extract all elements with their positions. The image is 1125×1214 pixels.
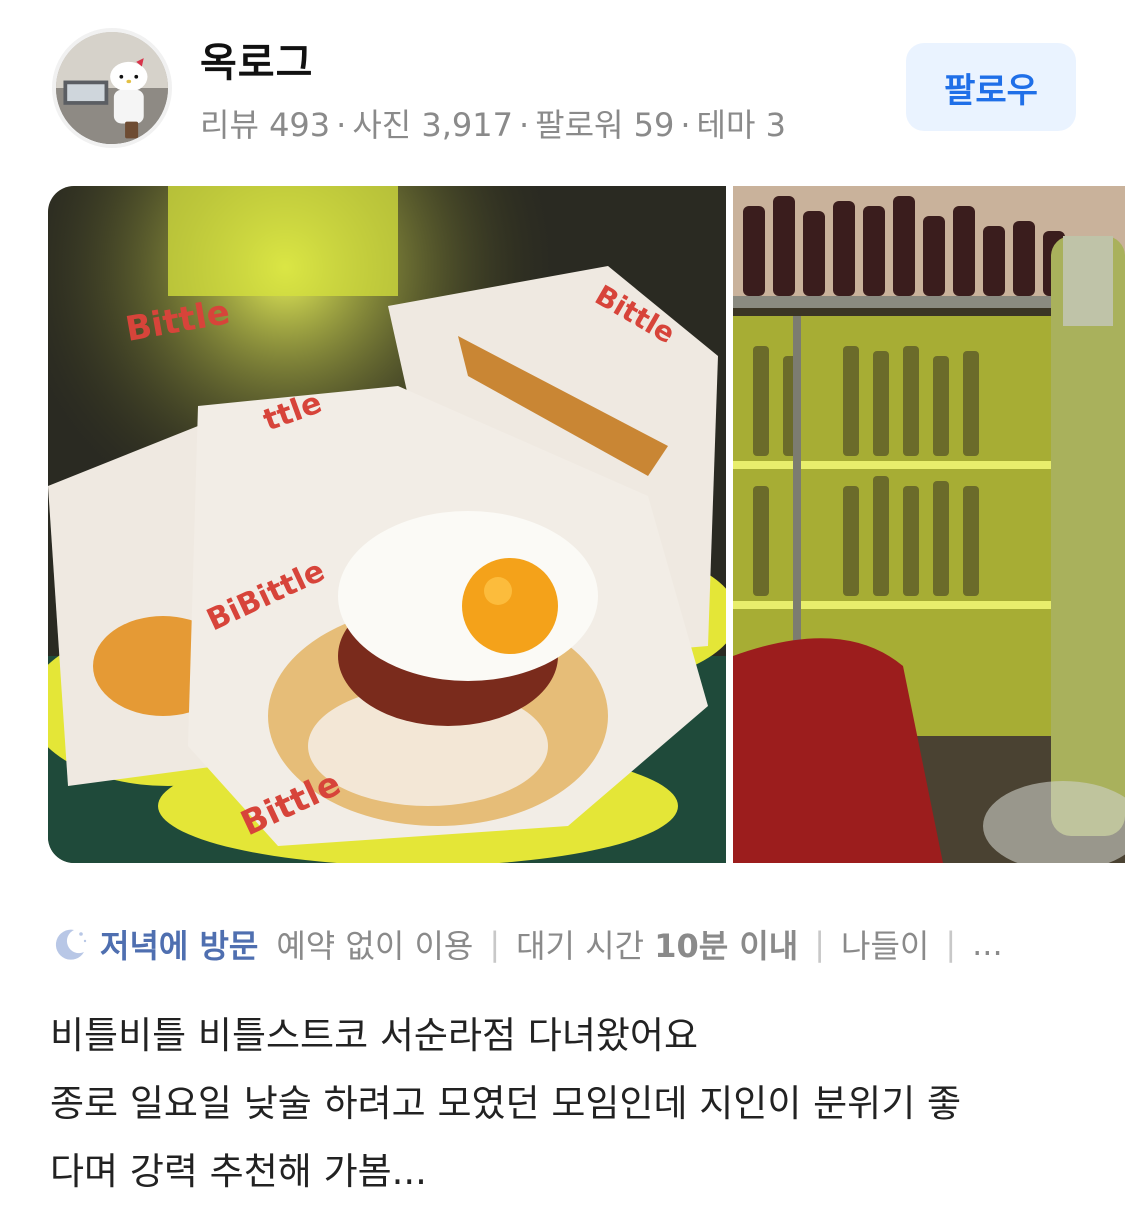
wine-bar-photo[interactable] [733, 186, 1125, 863]
review-line: 다며 강력 추천해 가봄... [50, 1150, 427, 1193]
stat-themes: 테마 3 [696, 106, 786, 144]
wait-time-tag: 대기 시간 10분 이내 [516, 927, 799, 965]
visit-tags: 저녁에 방문 예약 없이 이용 | 대기 시간 10분 이내 | 나들이 | .… [50, 920, 1003, 968]
stat-followers: 팔로워 59 [535, 106, 675, 144]
photo-carousel[interactable]: Bittle ttle BiBittle Bittle Bittle [48, 186, 1125, 863]
more-tags[interactable]: ... [972, 925, 1003, 963]
food-basket-photo[interactable]: Bittle ttle BiBittle Bittle Bittle [48, 186, 726, 863]
stat-photos: 사진 3,917 [352, 106, 513, 144]
review-text[interactable]: 비틀비틀 비틀스트코 서순라점 다녀왔어요 종로 일요일 낮술 하려고 모였던 … [50, 1002, 1090, 1206]
review-line: 비틀비틀 비틀스트코 서순라점 다녀왔어요 [50, 1014, 699, 1057]
visit-time-tag: 저녁에 방문 [100, 927, 259, 965]
avatar-image [56, 32, 168, 144]
stat-reviews: 리뷰 493 [200, 106, 331, 144]
avatar[interactable] [52, 28, 172, 148]
tag-divider: | [945, 925, 957, 963]
profile-stats: 리뷰 493 · 사진 3,917 · 팔로워 59 · 테마 3 [200, 106, 786, 144]
moon-icon [55, 929, 87, 960]
username[interactable]: 옥로그 [200, 30, 313, 88]
tag-divider: | [814, 925, 825, 963]
tag-divider: | [489, 925, 501, 963]
review-line: 종로 일요일 낮술 하려고 모였던 모임인데 지인이 분위기 좋 [50, 1082, 962, 1125]
purpose-tag: 나들이 [841, 927, 930, 965]
reservation-tag: 예약 없이 이용 [276, 927, 474, 965]
profile-header: 옥로그 리뷰 493 · 사진 3,917 · 팔로워 59 · 테마 3 팔로우 [0, 0, 1125, 170]
follow-button[interactable]: 팔로우 [906, 43, 1076, 131]
